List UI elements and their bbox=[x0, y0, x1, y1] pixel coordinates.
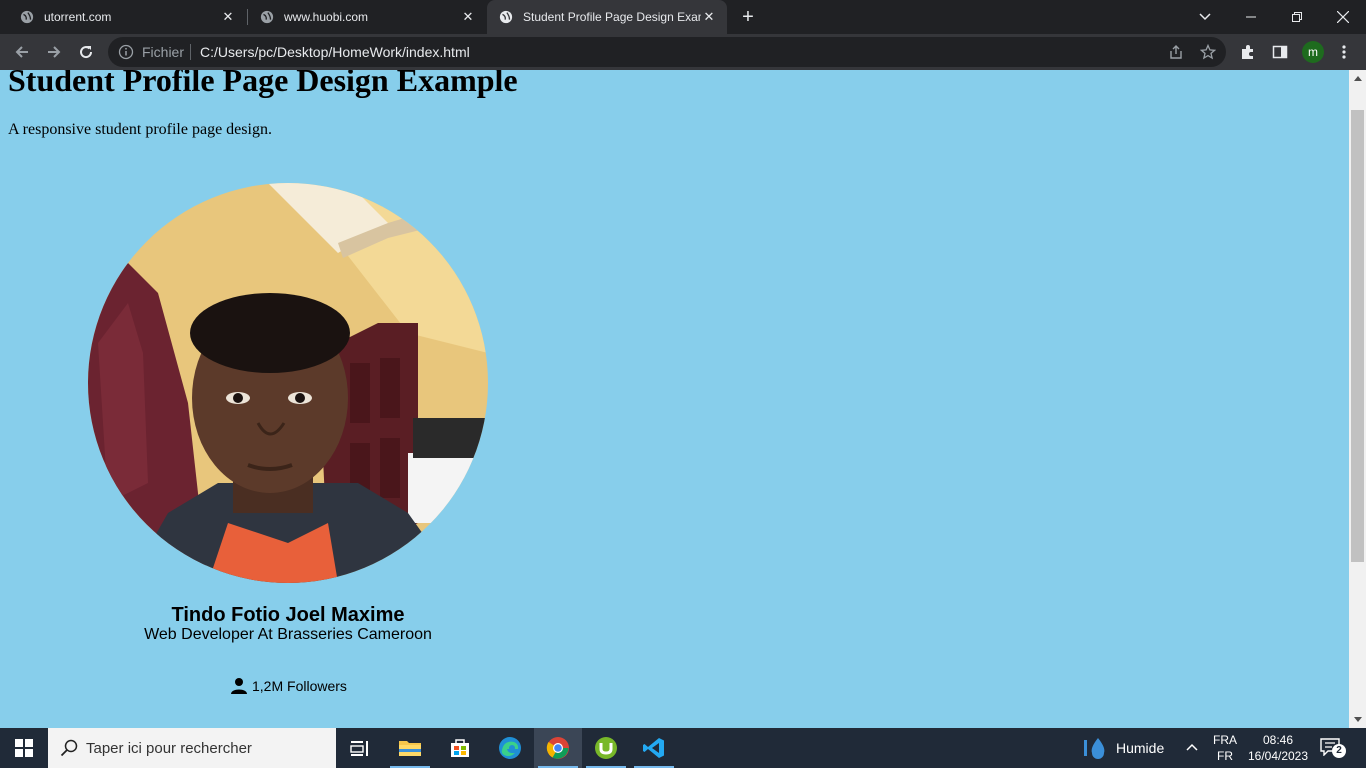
address-bar[interactable]: Fichier C:/Users/pc/Desktop/HomeWork/ind… bbox=[108, 37, 1226, 67]
globe-icon bbox=[260, 10, 274, 24]
address-divider bbox=[190, 44, 191, 60]
forward-button[interactable] bbox=[42, 40, 66, 64]
puzzle-icon bbox=[1242, 45, 1253, 59]
scroll-thumb[interactable] bbox=[1351, 110, 1364, 562]
close-tab-icon[interactable]: ✕ bbox=[220, 9, 236, 25]
notification-center-button[interactable]: 2 bbox=[1320, 738, 1350, 760]
clock-time: 08:46 bbox=[1262, 733, 1294, 747]
store-icon bbox=[451, 739, 469, 757]
arrow-right-icon bbox=[48, 46, 61, 58]
tab-huobi[interactable]: www.huobi.com ✕ bbox=[240, 0, 486, 34]
side-panel-button[interactable] bbox=[1268, 40, 1292, 64]
star-icon[interactable] bbox=[1200, 44, 1216, 60]
share-icon[interactable] bbox=[1168, 44, 1184, 60]
info-icon[interactable] bbox=[118, 44, 134, 60]
windows-logo-icon bbox=[15, 739, 33, 757]
profile-role: Web Developer At Brasseries Cameroon bbox=[144, 626, 432, 643]
tab-student-profile[interactable]: Student Profile Page Design Example ✕ bbox=[487, 0, 727, 34]
minimize-icon bbox=[1246, 16, 1256, 18]
chevron-down-icon bbox=[1199, 13, 1211, 21]
profile-avatar[interactable]: m bbox=[1302, 41, 1324, 63]
folder-icon bbox=[399, 741, 421, 756]
tab-search-button[interactable] bbox=[1182, 0, 1228, 34]
tab-title: www.huobi.com bbox=[284, 10, 369, 24]
page-content: Student Profile Page Design Example A re… bbox=[0, 70, 1349, 728]
tab-title: utorrent.com bbox=[44, 10, 112, 24]
show-hidden-icons-button[interactable] bbox=[1186, 740, 1198, 754]
scroll-up-arrow[interactable] bbox=[1349, 70, 1366, 87]
vscode-icon bbox=[643, 738, 664, 758]
search-icon bbox=[60, 739, 78, 757]
windows-taskbar: Taper ici pour rechercher Humide FRA FR … bbox=[0, 728, 1366, 768]
side-panel-icon bbox=[1272, 45, 1288, 59]
back-button[interactable] bbox=[10, 40, 34, 64]
start-button[interactable] bbox=[0, 728, 48, 768]
file-explorer-app[interactable] bbox=[386, 728, 434, 768]
scroll-down-arrow[interactable] bbox=[1349, 711, 1366, 728]
notification-badge: 2 bbox=[1332, 744, 1346, 758]
restore-icon bbox=[1292, 12, 1302, 22]
triangle-up-icon bbox=[1353, 76, 1362, 81]
weather-widget[interactable]: Humide bbox=[1082, 728, 1164, 768]
utorrent-icon bbox=[595, 737, 617, 759]
page-scrollbar[interactable] bbox=[1349, 70, 1366, 728]
close-tab-icon[interactable]: ✕ bbox=[701, 9, 717, 25]
followers-label: 1,2M Followers bbox=[252, 678, 347, 694]
profile-name: Tindo Fotio Joel Maxime bbox=[171, 604, 405, 626]
language-code: FRA bbox=[1213, 733, 1237, 747]
microsoft-store-app[interactable] bbox=[436, 728, 484, 768]
system-clock[interactable]: 08:46 16/04/2023 bbox=[1244, 732, 1312, 764]
tab-utorrent[interactable]: utorrent.com ✕ bbox=[0, 0, 246, 34]
taskbar-search[interactable]: Taper ici pour rechercher bbox=[48, 728, 336, 768]
task-view-button[interactable] bbox=[336, 728, 384, 768]
reload-icon bbox=[80, 46, 93, 59]
utorrent-app[interactable] bbox=[582, 728, 630, 768]
page-title: Student Profile Page Design Example bbox=[8, 70, 518, 98]
scheme-label: Fichier bbox=[142, 44, 185, 60]
url-text[interactable]: C:/Users/pc/Desktop/HomeWork/index.html bbox=[200, 44, 470, 60]
edge-app[interactable] bbox=[486, 728, 534, 768]
clock-date: 16/04/2023 bbox=[1247, 749, 1309, 763]
vscode-app[interactable] bbox=[630, 728, 678, 768]
close-tab-icon[interactable]: ✕ bbox=[460, 9, 476, 25]
globe-icon bbox=[499, 10, 513, 24]
minimize-button[interactable] bbox=[1228, 0, 1274, 34]
task-view-icon bbox=[350, 741, 368, 756]
triangle-down-icon bbox=[1353, 717, 1362, 722]
chrome-app[interactable] bbox=[534, 728, 582, 768]
weather-label: Humide bbox=[1116, 740, 1165, 756]
search-placeholder: Taper ici pour rechercher bbox=[86, 739, 252, 757]
browser-tab-strip: utorrent.com ✕ www.huobi.com ✕ Student P… bbox=[0, 0, 1366, 34]
browser-toolbar: Fichier C:/Users/pc/Desktop/HomeWork/ind… bbox=[0, 34, 1366, 70]
profile-photo bbox=[88, 183, 488, 583]
menu-button[interactable] bbox=[1332, 40, 1356, 64]
followers-count: 1,2M Followers bbox=[230, 677, 347, 695]
more-vertical-icon bbox=[1342, 45, 1346, 59]
tab-title: Student Profile Page Design Example bbox=[523, 10, 701, 24]
humidity-drop-icon bbox=[1084, 738, 1105, 759]
chevron-up-icon bbox=[1186, 743, 1198, 751]
reload-button[interactable] bbox=[74, 40, 98, 64]
close-window-button[interactable] bbox=[1320, 0, 1366, 34]
globe-icon bbox=[20, 10, 34, 24]
new-tab-button[interactable]: + bbox=[738, 7, 758, 27]
extensions-button[interactable] bbox=[1236, 40, 1260, 64]
close-icon bbox=[1337, 11, 1349, 23]
edge-icon bbox=[499, 737, 521, 759]
restore-button[interactable] bbox=[1274, 0, 1320, 34]
page-subtitle: A responsive student profile page design… bbox=[8, 121, 272, 138]
chrome-icon bbox=[546, 737, 569, 759]
user-icon bbox=[231, 678, 247, 694]
arrow-left-icon bbox=[15, 46, 28, 58]
keyboard-layout: FR bbox=[1217, 749, 1233, 763]
language-indicator[interactable]: FRA FR bbox=[1212, 732, 1238, 764]
